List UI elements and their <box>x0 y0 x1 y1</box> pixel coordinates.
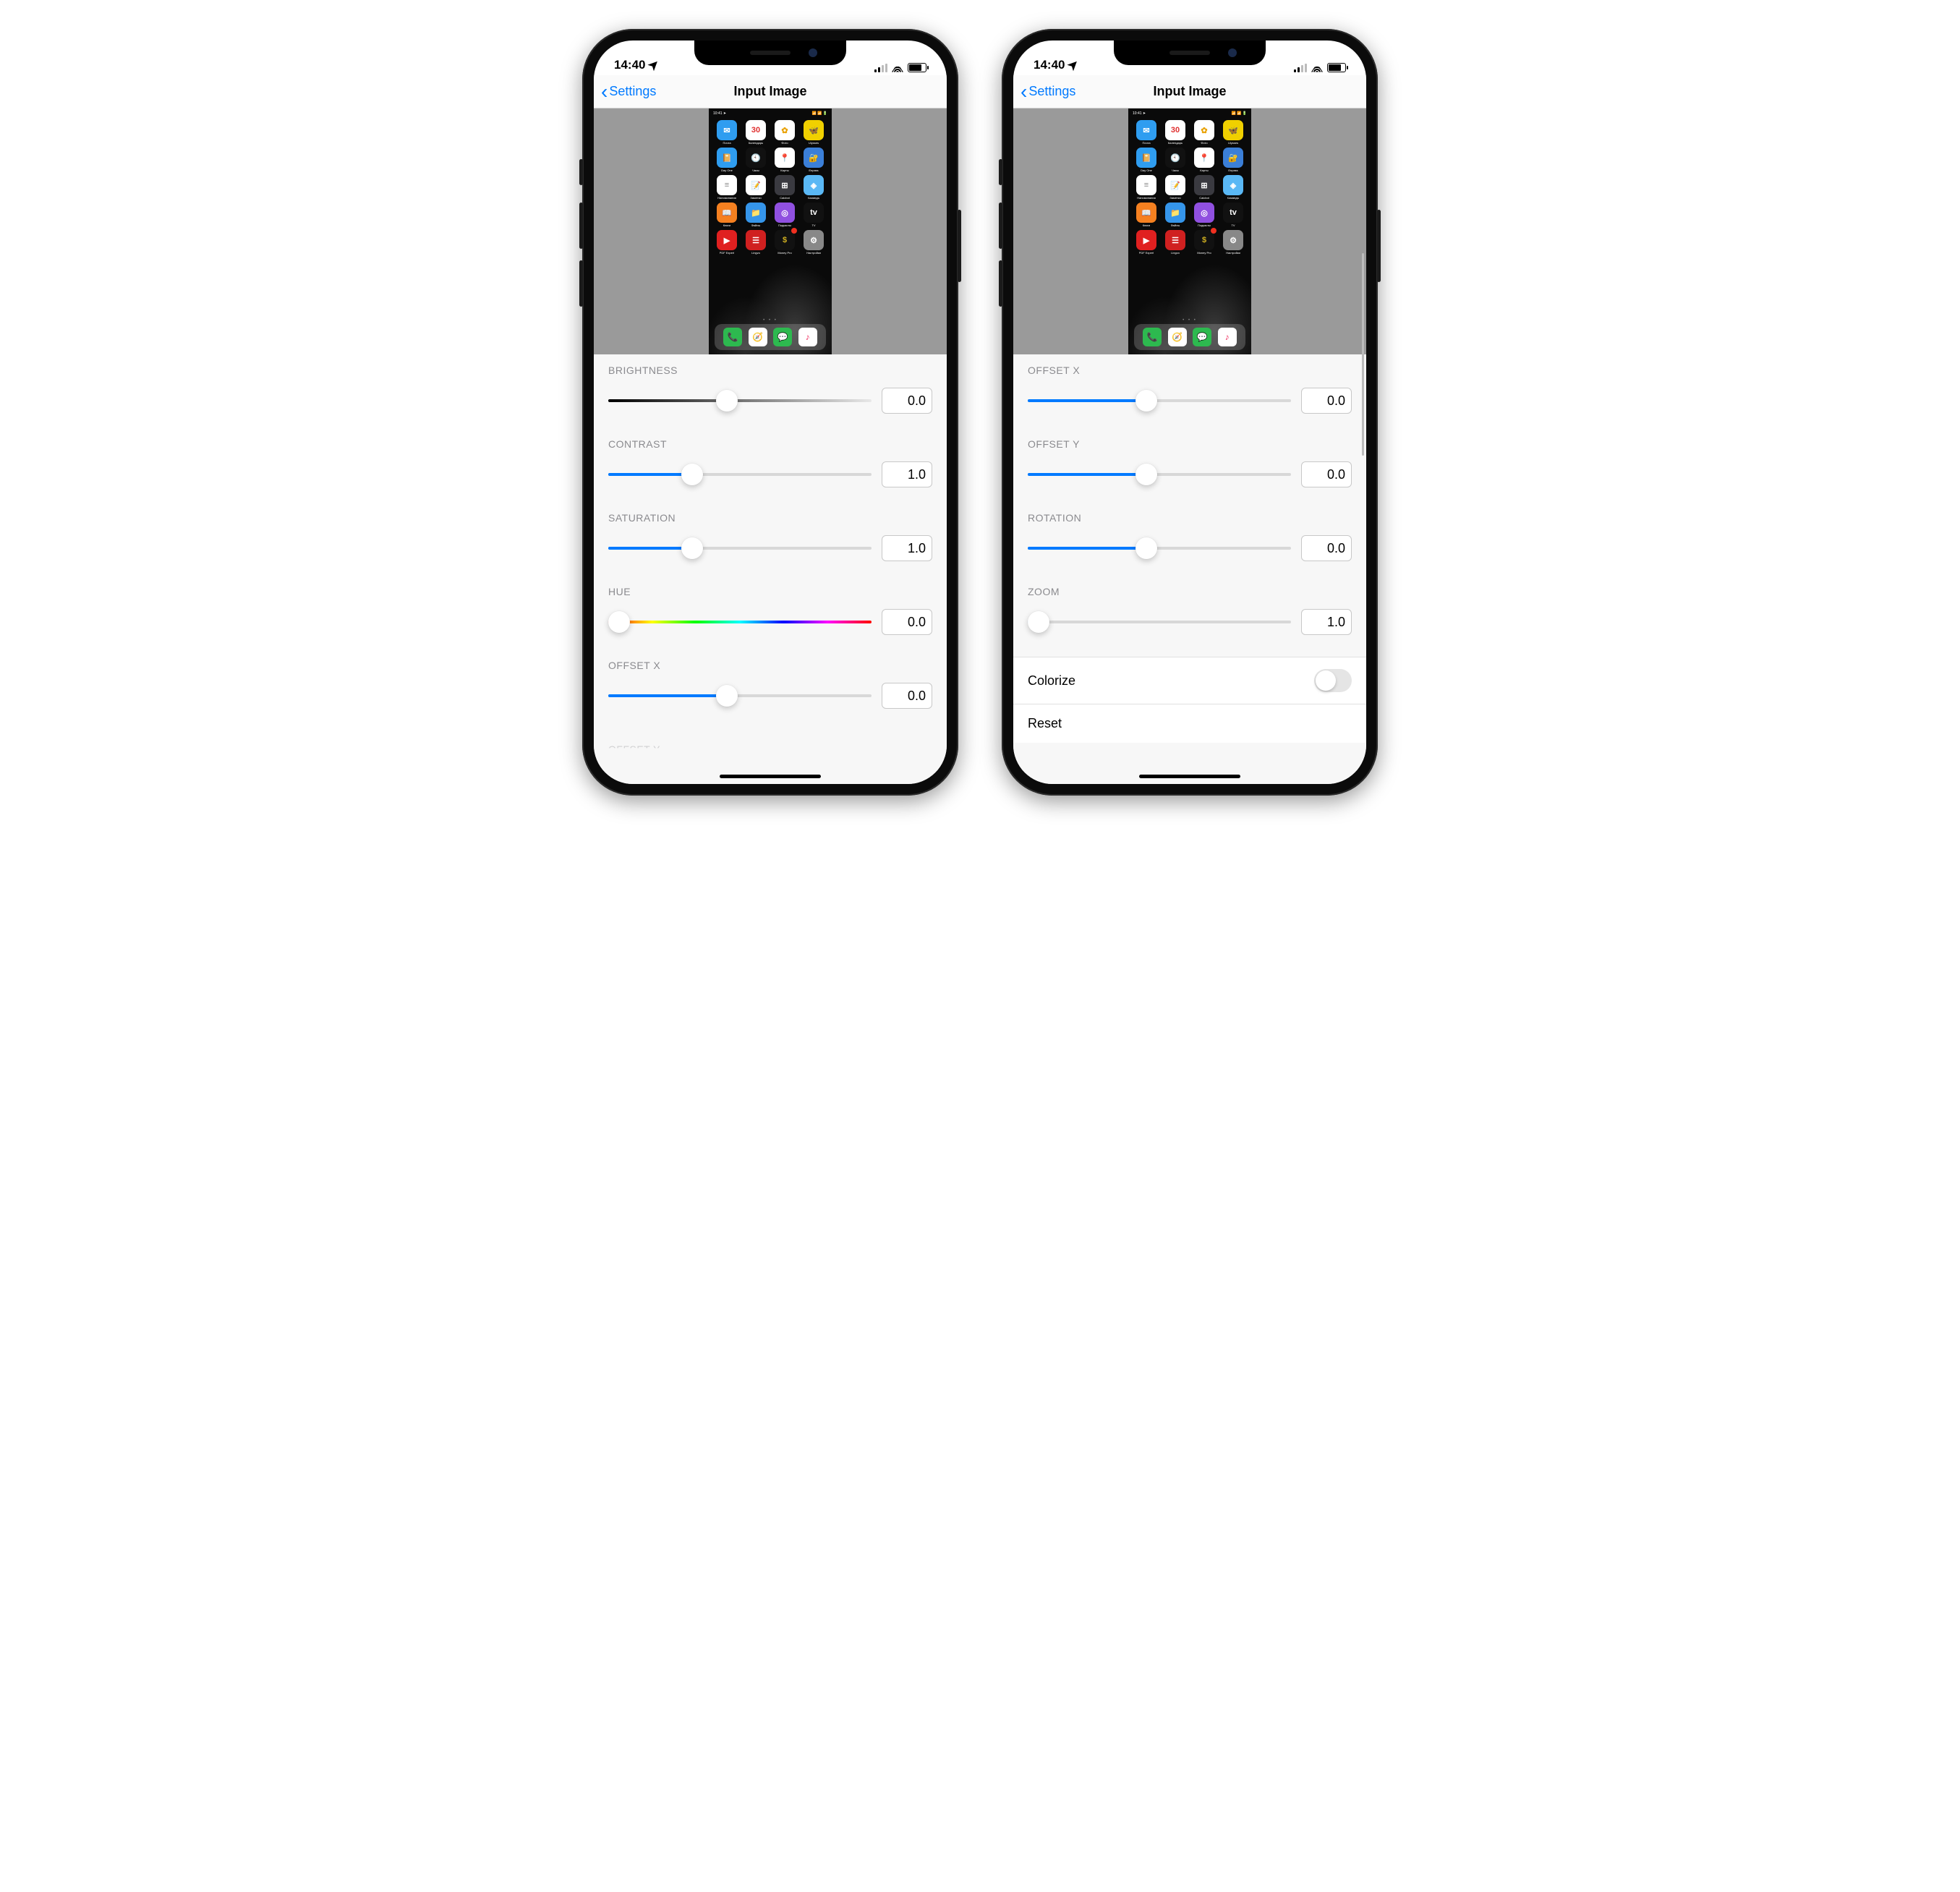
colorize-row: Colorize <box>1013 657 1366 704</box>
slider-offsety[interactable] <box>1028 464 1291 485</box>
reset-row[interactable]: Reset <box>1013 704 1366 743</box>
slider-label-contrast: CONTRAST <box>608 438 932 450</box>
slider-label-hue: HUE <box>608 586 932 597</box>
slider-brightness[interactable] <box>608 391 872 411</box>
slider-label-offsety: OFFSET Y <box>1028 438 1352 450</box>
slider-label-saturation: SATURATION <box>608 512 932 524</box>
status-time: 14:40 <box>1034 58 1065 72</box>
slider-saturation[interactable] <box>608 538 872 558</box>
slider-group-hue: HUE 0.0 <box>594 576 947 649</box>
slider-group-offsetx: OFFSET X 0.0 <box>594 649 947 723</box>
slider-label-offsetx: OFFSET X <box>1028 365 1352 376</box>
slider-rotation[interactable] <box>1028 538 1291 558</box>
preview-apps-grid: ✉Почта30Календарь✿Фото🦋Ulysses📔Day One🕙Ч… <box>715 120 826 255</box>
slider-offsetx[interactable] <box>608 686 872 706</box>
slider-label-offsetx: OFFSET X <box>608 660 932 671</box>
back-label: Settings <box>1028 84 1075 99</box>
value-zoom[interactable]: 1.0 <box>1301 609 1352 635</box>
slider-label-rotation: ROTATION <box>1028 512 1352 524</box>
chevron-left-icon: ‹ <box>601 82 608 102</box>
colorize-label: Colorize <box>1028 673 1075 689</box>
slider-label-brightness: BRIGHTNESS <box>608 365 932 376</box>
wifi-icon <box>892 64 903 72</box>
slider-hue[interactable] <box>608 612 872 632</box>
value-hue[interactable]: 0.0 <box>882 609 932 635</box>
location-icon: ➤ <box>645 56 662 74</box>
scroll-indicator[interactable] <box>1362 253 1364 456</box>
slider-label-zoom: ZOOM <box>1028 586 1352 597</box>
battery-icon <box>908 63 926 72</box>
notch <box>1114 41 1266 65</box>
value-offsetx[interactable]: 0.0 <box>1301 388 1352 414</box>
value-rotation[interactable]: 0.0 <box>1301 535 1352 561</box>
chevron-left-icon: ‹ <box>1021 82 1027 102</box>
slider-group-offsetx: OFFSET X 0.0 <box>1013 354 1366 428</box>
slider-offsetx[interactable] <box>1028 391 1291 411</box>
wifi-icon <box>1311 64 1323 72</box>
cutoff-label: OFFSET Y <box>608 743 660 755</box>
value-offsetx[interactable]: 0.0 <box>882 683 932 709</box>
value-saturation[interactable]: 1.0 <box>882 535 932 561</box>
slider-group-offsety: OFFSET Y 0.0 <box>1013 428 1366 502</box>
back-label: Settings <box>609 84 656 99</box>
cellular-icon <box>874 64 887 72</box>
slider-group-brightness: BRIGHTNESS 0.0 <box>594 354 947 428</box>
preview-apps-grid: ✉Почта30Календарь✿Фото🦋Ulysses📔Day One🕙Ч… <box>1134 120 1245 255</box>
value-brightness[interactable]: 0.0 <box>882 388 932 414</box>
navbar: ‹ Settings Input Image <box>1013 75 1366 108</box>
reset-label: Reset <box>1028 716 1062 731</box>
home-indicator[interactable] <box>720 775 821 778</box>
battery-icon <box>1327 63 1346 72</box>
colorize-toggle[interactable] <box>1314 669 1352 692</box>
page-title: Input Image <box>1153 84 1226 99</box>
notch <box>694 41 846 65</box>
slider-group-zoom: ZOOM 1.0 <box>1013 576 1366 649</box>
image-preview[interactable]: 10:41 ➤📶 📶 🔋 ✉Почта30Календарь✿Фото🦋Ulys… <box>1013 108 1366 354</box>
slider-group-saturation: SATURATION 1.0 <box>594 502 947 576</box>
image-preview[interactable]: 10:41 ➤📶 📶 🔋 ✉Почта30Календарь✿Фото🦋Ulys… <box>594 108 947 354</box>
slider-group-rotation: ROTATION 0.0 <box>1013 502 1366 576</box>
slider-zoom[interactable] <box>1028 612 1291 632</box>
slider-contrast[interactable] <box>608 464 872 485</box>
status-time: 14:40 <box>614 58 645 72</box>
device-right: 14:40 ➤ ‹ Settings Input Image 10:41 ➤📶 … <box>1002 29 1378 796</box>
value-contrast[interactable]: 1.0 <box>882 461 932 487</box>
location-icon: ➤ <box>1065 56 1082 74</box>
slider-group-contrast: CONTRAST 1.0 <box>594 428 947 502</box>
cellular-icon <box>1294 64 1307 72</box>
page-title: Input Image <box>733 84 806 99</box>
back-button[interactable]: ‹ Settings <box>601 82 656 102</box>
navbar: ‹ Settings Input Image <box>594 75 947 108</box>
back-button[interactable]: ‹ Settings <box>1021 82 1075 102</box>
value-offsety[interactable]: 0.0 <box>1301 461 1352 487</box>
home-indicator[interactable] <box>1139 775 1240 778</box>
device-left: 14:40 ➤ ‹ Settings Input Image 10:41 ➤📶 … <box>582 29 958 796</box>
